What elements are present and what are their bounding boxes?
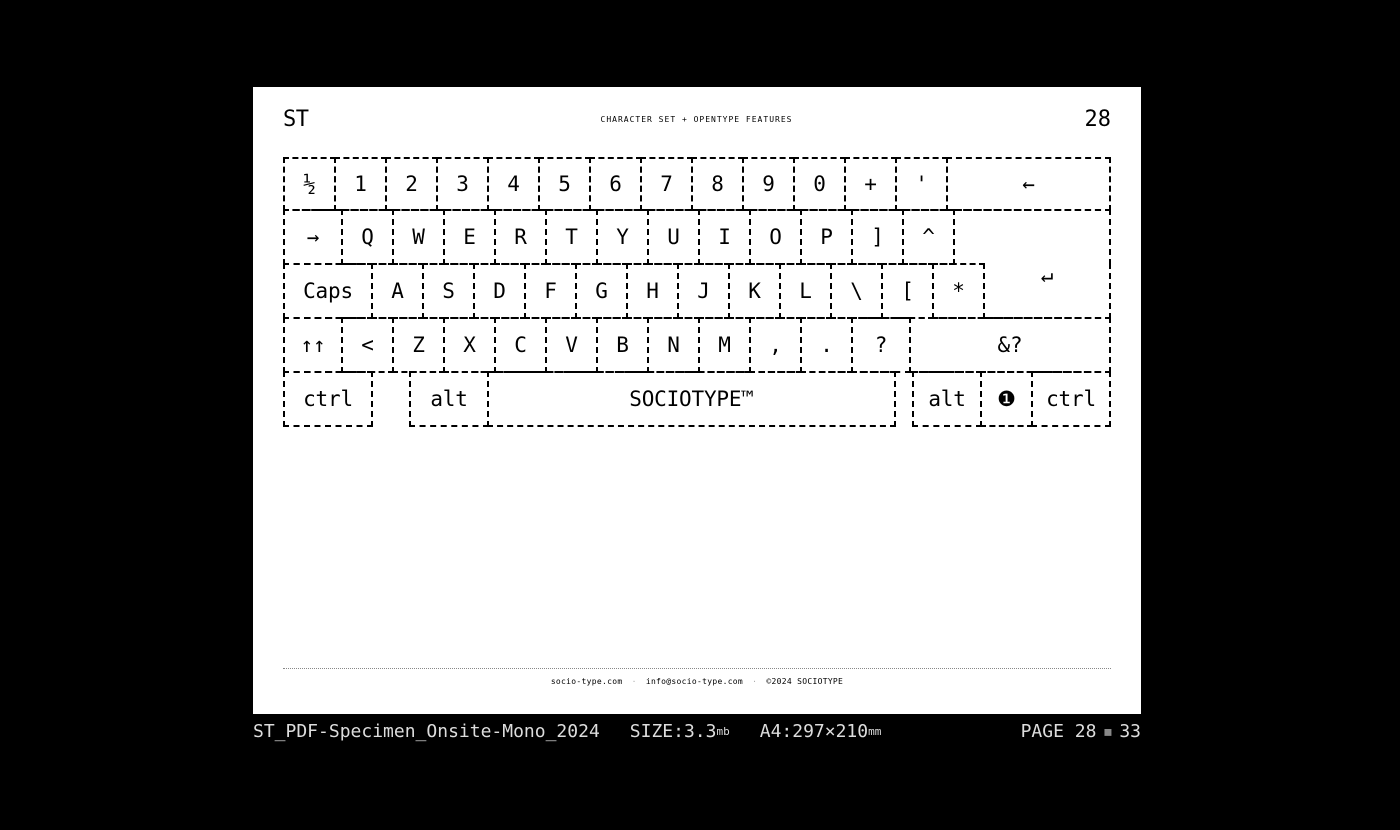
key-gap xyxy=(894,371,914,427)
footer-copyright: ©2024 SOCIOTYPE xyxy=(766,677,843,686)
key-o: O xyxy=(749,209,802,265)
key-2: 2 xyxy=(385,157,438,211)
page-footer: socio-type.com · info@socio-type.com · ©… xyxy=(283,668,1111,686)
key-apostrophe: ' xyxy=(895,157,948,211)
key-g: G xyxy=(575,263,628,319)
key-r: R xyxy=(494,209,547,265)
key-ampquestion: &? xyxy=(909,317,1111,373)
key-8: 8 xyxy=(691,157,744,211)
key-comma: , xyxy=(749,317,802,373)
key-enter-bottom: ↵ xyxy=(983,263,1111,319)
paper-label: A4: xyxy=(760,721,793,742)
size-value: 3.3 xyxy=(684,721,717,742)
page-number: 28 xyxy=(1085,107,1112,132)
key-caret: ^ xyxy=(902,209,955,265)
key-bracket: ] xyxy=(851,209,904,265)
key-1: 1 xyxy=(334,157,387,211)
key-5: 5 xyxy=(538,157,591,211)
key-u: U xyxy=(647,209,700,265)
key-alt-left: alt xyxy=(409,371,489,427)
key-ctrl-left: ctrl xyxy=(283,371,373,427)
key-backspace: ← xyxy=(946,157,1111,211)
key-backslash: \ xyxy=(830,263,883,319)
page-header: ST CHARACTER SET + OPENTYPE FEATURES 28 xyxy=(283,107,1111,132)
separator-dot: · xyxy=(752,677,757,686)
key-alt-right: alt xyxy=(912,371,982,427)
key-row-2: → Q W E R T Y U I O P ] ^ xyxy=(283,211,1111,265)
paper-unit: mm xyxy=(868,725,881,738)
key-row-4: ↑↑ < Z X C V B N M , . ? &? xyxy=(283,319,1111,373)
page-label: PAGE xyxy=(1021,721,1075,742)
key-blank xyxy=(371,371,411,427)
key-p: P xyxy=(800,209,853,265)
key-z: Z xyxy=(392,317,445,373)
key-q: Q xyxy=(341,209,394,265)
key-shift: ↑↑ xyxy=(283,317,343,373)
key-4: 4 xyxy=(487,157,540,211)
separator-dot: · xyxy=(632,677,637,686)
key-a: A xyxy=(371,263,424,319)
page-current: 28 xyxy=(1075,721,1097,742)
page-indicator: PAGE 28▪ 33 xyxy=(1021,721,1141,742)
key-0: 0 xyxy=(793,157,846,211)
key-b: B xyxy=(596,317,649,373)
filename: ST_PDF-Specimen_Onsite-Mono_2024 xyxy=(253,721,600,742)
key-i: I xyxy=(698,209,751,265)
key-v: V xyxy=(545,317,598,373)
key-w: W xyxy=(392,209,445,265)
key-t: T xyxy=(545,209,598,265)
key-row-3: Caps A S D F G H J K L \ [ * ↵ xyxy=(283,265,1111,319)
key-lt: < xyxy=(341,317,394,373)
key-k: K xyxy=(728,263,781,319)
key-f: F xyxy=(524,263,577,319)
key-l: L xyxy=(779,263,832,319)
footer-email: info@socio-type.com xyxy=(646,677,743,686)
key-lbracket: [ xyxy=(881,263,934,319)
status-bar: ST_PDF-Specimen_Onsite-Mono_2024 SIZE:3.… xyxy=(253,720,1141,742)
key-n: N xyxy=(647,317,700,373)
key-c: C xyxy=(494,317,547,373)
paper-value: 297×210 xyxy=(792,721,868,742)
key-d: D xyxy=(473,263,526,319)
size-label: SIZE: xyxy=(630,721,684,742)
key-plus: + xyxy=(844,157,897,211)
key-row-1: ½ 1 2 3 4 5 6 7 8 9 0 + ' ← xyxy=(283,157,1111,211)
keyboard-ascii-art: ½ 1 2 3 4 5 6 7 8 9 0 + ' ← → Q W E R T … xyxy=(283,157,1111,427)
key-tab: → xyxy=(283,209,343,265)
page-total: 33 xyxy=(1119,721,1141,742)
bullet-icon: ▪ xyxy=(1102,721,1113,742)
footer-url: socio-type.com xyxy=(551,677,623,686)
key-row-5: ctrl alt SOCIOTYPE™ alt ❶ ctrl xyxy=(283,373,1111,427)
size-unit: mb xyxy=(716,725,729,738)
key-asterisk: * xyxy=(932,263,985,319)
key-6: 6 xyxy=(589,157,642,211)
specimen-page: ST CHARACTER SET + OPENTYPE FEATURES 28 … xyxy=(253,87,1141,714)
key-question: ? xyxy=(851,317,911,373)
key-half: ½ xyxy=(283,157,336,211)
logo: ST xyxy=(283,107,309,132)
key-period: . xyxy=(800,317,853,373)
key-ctrl-right: ctrl xyxy=(1031,371,1111,427)
page-title: CHARACTER SET + OPENTYPE FEATURES xyxy=(309,115,1085,124)
key-s: S xyxy=(422,263,475,319)
key-y: Y xyxy=(596,209,649,265)
key-h: H xyxy=(626,263,679,319)
key-enter-top xyxy=(953,209,1111,265)
key-x: X xyxy=(443,317,496,373)
key-m: M xyxy=(698,317,751,373)
key-menu: ❶ xyxy=(980,371,1033,427)
key-j: J xyxy=(677,263,730,319)
key-7: 7 xyxy=(640,157,693,211)
key-spacebar: SOCIOTYPE™ xyxy=(487,371,896,427)
key-9: 9 xyxy=(742,157,795,211)
key-e: E xyxy=(443,209,496,265)
key-3: 3 xyxy=(436,157,489,211)
key-caps: Caps xyxy=(283,263,373,319)
